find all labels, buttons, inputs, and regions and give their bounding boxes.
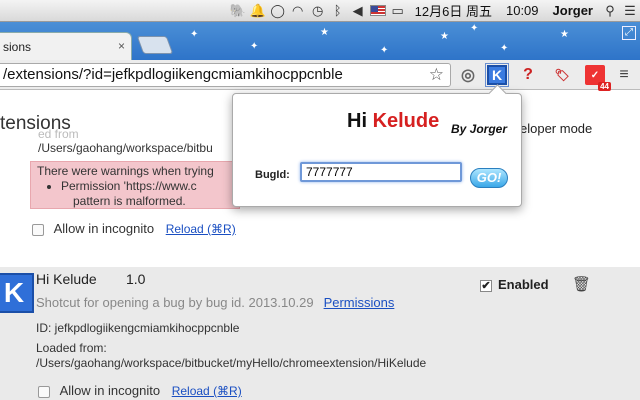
- star-decoration: ✦: [190, 29, 199, 40]
- star-decoration: ✦: [250, 41, 259, 52]
- extension-id: ID: jefkpdlogiikengcmiamkihocppcnble: [36, 321, 240, 335]
- time-machine-icon[interactable]: ◷: [308, 0, 328, 22]
- help-extension-icon[interactable]: ?: [518, 65, 538, 85]
- menubar-time[interactable]: 10:09: [499, 3, 546, 18]
- evernote-icon[interactable]: 🐘: [228, 0, 248, 22]
- volume-icon[interactable]: ◀: [348, 0, 368, 22]
- popup-title-kelude: Kelude: [372, 110, 440, 132]
- star-decoration: ✦: [470, 23, 479, 34]
- address-bar[interactable]: /extensions/?id=jefkpdlogiikengcmiamkiho…: [0, 63, 451, 87]
- incognito-row-2: Allow in incognito Reload (⌘R): [38, 383, 242, 398]
- menu-bar: 🐘 🔔 ◯ ◠ ◷ ᛒ ◀ ▭ 12月6日 周五 10:09 Jorger ⚲ …: [0, 0, 640, 22]
- sync-icon[interactable]: ◎: [458, 65, 478, 85]
- menubar-date[interactable]: 12月6日 周五: [408, 1, 499, 20]
- notification-center-icon[interactable]: ☰: [620, 0, 640, 22]
- extension-description: Shotcut for opening a bug by bug id. 201…: [36, 295, 394, 310]
- warning-box: There were warnings when trying Permissi…: [30, 161, 240, 209]
- bugid-label: BugId:: [255, 169, 290, 181]
- enabled-checkbox[interactable]: ✔: [480, 279, 492, 292]
- enabled-toggle[interactable]: ✔ Enabled: [480, 277, 549, 292]
- popup-title-hi: Hi: [347, 110, 373, 132]
- hi-kelude-logo-icon: K: [0, 273, 34, 313]
- loaded-path: /Users/gaohang/workspace/bitbu: [38, 141, 213, 155]
- star-decoration: ✦: [500, 43, 509, 54]
- warning-text: There were warnings when trying: [37, 164, 214, 178]
- star-decoration: ★: [560, 29, 569, 40]
- star-decoration: ★: [440, 31, 449, 42]
- bluetooth-icon[interactable]: ᛒ: [328, 0, 348, 22]
- extension-loaded-from: Loaded from: /Users/gaohang/workspace/bi…: [36, 341, 426, 371]
- enabled-label: Enabled: [498, 277, 549, 292]
- tab-extensions[interactable]: sions ×: [0, 32, 132, 60]
- popup-author: By Jorger: [451, 122, 508, 136]
- bookmark-star-icon[interactable]: ☆: [429, 65, 444, 85]
- chat-icon[interactable]: ◯: [268, 0, 288, 22]
- badge-count: 44: [598, 82, 611, 91]
- menu-icon[interactable]: ≡: [614, 65, 634, 85]
- loaded-from-label: Loaded from:: [36, 341, 107, 355]
- loaded-from-label: ed from: [38, 127, 79, 141]
- input-flag-icon[interactable]: [368, 0, 388, 22]
- address-url: /extensions/?id=jefkpdlogiikengcmiamkiho…: [3, 66, 343, 83]
- warning-bullet: Permission 'https://www.c: [61, 179, 233, 194]
- menubar-user[interactable]: Jorger: [546, 3, 600, 18]
- close-icon[interactable]: ×: [118, 39, 125, 53]
- allow-incognito-checkbox[interactable]: [32, 223, 44, 236]
- allow-incognito-checkbox-2[interactable]: [38, 385, 50, 398]
- hi-kelude-popup: Hi Kelude By Jorger BugId: GO!: [232, 93, 522, 207]
- calendar-extension-icon[interactable]: ✓ 44: [585, 65, 611, 91]
- star-decoration: ✦: [380, 45, 389, 56]
- bugid-input[interactable]: [300, 162, 462, 182]
- spotlight-icon[interactable]: ⚲: [600, 0, 620, 22]
- wifi-icon[interactable]: ◠: [288, 0, 308, 22]
- trash-icon[interactable]: 🗑: [572, 275, 591, 293]
- browser-toolbar: /extensions/?id=jefkpdlogiikengcmiamkiho…: [0, 60, 640, 91]
- developer-mode-label[interactable]: eloper mode: [520, 121, 592, 136]
- tab-strip: ✦ ✦ ★ ✦ ★ ✦ ★ ✦ sions × ⤢: [0, 22, 640, 60]
- go-button[interactable]: GO!: [470, 168, 508, 188]
- warning-text-2: pattern is malformed.: [73, 194, 186, 208]
- permissions-link[interactable]: Permissions: [324, 295, 395, 310]
- star-decoration: ★: [320, 27, 329, 38]
- allow-incognito-label: Allow in incognito: [53, 221, 155, 236]
- hi-kelude-extension-button[interactable]: K: [485, 63, 509, 87]
- extension-name: Hi Kelude: [36, 271, 97, 287]
- extension-card: K Hi Kelude 1.0 Shotcut for opening a bu…: [0, 267, 640, 400]
- incognito-row: Allow in incognito Reload (⌘R): [32, 221, 236, 236]
- tag-extension-icon[interactable]: 🏷: [552, 65, 572, 85]
- description-text: Shotcut for opening a bug by bug id. 201…: [36, 295, 314, 310]
- reload-link[interactable]: Reload (⌘R): [166, 222, 236, 236]
- popup-title: Hi Kelude: [347, 110, 439, 133]
- tab-title: sions: [3, 40, 32, 54]
- fullscreen-icon[interactable]: ⤢: [622, 26, 636, 40]
- reload-link-2[interactable]: Reload (⌘R): [172, 384, 242, 398]
- battery-icon[interactable]: ▭: [388, 0, 408, 22]
- bell-icon[interactable]: 🔔: [248, 0, 268, 22]
- loaded-from-path: /Users/gaohang/workspace/bitbucket/myHel…: [36, 356, 427, 370]
- extension-version: 1.0: [126, 271, 146, 287]
- new-tab-button[interactable]: [136, 36, 174, 54]
- allow-incognito-label-2: Allow in incognito: [59, 383, 161, 398]
